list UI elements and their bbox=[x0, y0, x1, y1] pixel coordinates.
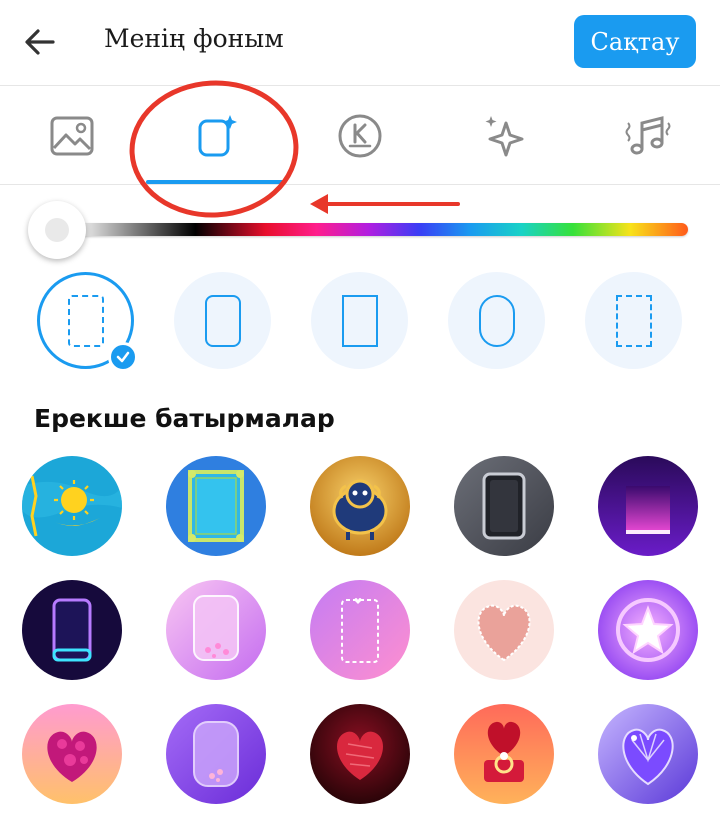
music-icon bbox=[625, 115, 671, 154]
skin-dark-frame[interactable] bbox=[454, 456, 554, 556]
image-icon bbox=[50, 116, 94, 155]
shape-option-rounded[interactable] bbox=[174, 272, 271, 369]
skin-sheep[interactable] bbox=[310, 456, 410, 556]
dashed-square-frame-shape bbox=[615, 294, 652, 347]
rounded-frame-shape bbox=[204, 294, 241, 347]
color-slider-track[interactable] bbox=[48, 223, 688, 236]
tab-bar bbox=[0, 86, 720, 185]
shape-option-dashed-square[interactable] bbox=[585, 272, 682, 369]
dashed-frame-shape bbox=[67, 294, 104, 347]
k-logo-icon bbox=[338, 114, 382, 157]
skin-gem-heart[interactable] bbox=[598, 704, 698, 804]
shape-option-dashed[interactable] bbox=[37, 272, 138, 372]
pill-frame-shape bbox=[478, 294, 515, 347]
skin-pink-dashed[interactable] bbox=[310, 580, 410, 680]
section-title: Ерекше батырмалар bbox=[34, 404, 335, 433]
skin-neon-frame[interactable] bbox=[22, 580, 122, 680]
tab-music[interactable] bbox=[598, 86, 698, 185]
square-frame-shape bbox=[341, 294, 378, 347]
skin-blue-ornament[interactable] bbox=[166, 456, 266, 556]
color-slider[interactable] bbox=[28, 201, 688, 259]
skin-purple-glass[interactable] bbox=[166, 704, 266, 804]
skin-red-heart[interactable] bbox=[310, 704, 410, 804]
annotation-ellipse bbox=[129, 80, 299, 218]
skin-heart-petals[interactable] bbox=[22, 704, 122, 804]
color-slider-thumb[interactable] bbox=[28, 201, 86, 259]
tab-image[interactable] bbox=[22, 86, 122, 185]
skin-ring-box[interactable] bbox=[454, 704, 554, 804]
check-icon bbox=[108, 342, 138, 372]
tab-effects[interactable] bbox=[454, 86, 554, 185]
sparkle-icon bbox=[485, 115, 524, 156]
arrow-left-icon[interactable] bbox=[20, 22, 60, 62]
page-title: Менің фоным bbox=[104, 24, 284, 53]
skin-pink-heart[interactable] bbox=[454, 580, 554, 680]
skin-kazakhstan-flag[interactable] bbox=[22, 456, 122, 556]
skin-star[interactable] bbox=[598, 580, 698, 680]
shape-option-square[interactable] bbox=[311, 272, 408, 369]
app-header: Менің фоным Сақтау bbox=[0, 0, 720, 86]
skin-pink-glass[interactable] bbox=[166, 580, 266, 680]
save-button[interactable]: Сақтау bbox=[574, 15, 696, 68]
shape-option-pill[interactable] bbox=[448, 272, 545, 369]
tab-k-logo[interactable] bbox=[310, 86, 410, 185]
skin-purple-glow[interactable] bbox=[598, 456, 698, 556]
